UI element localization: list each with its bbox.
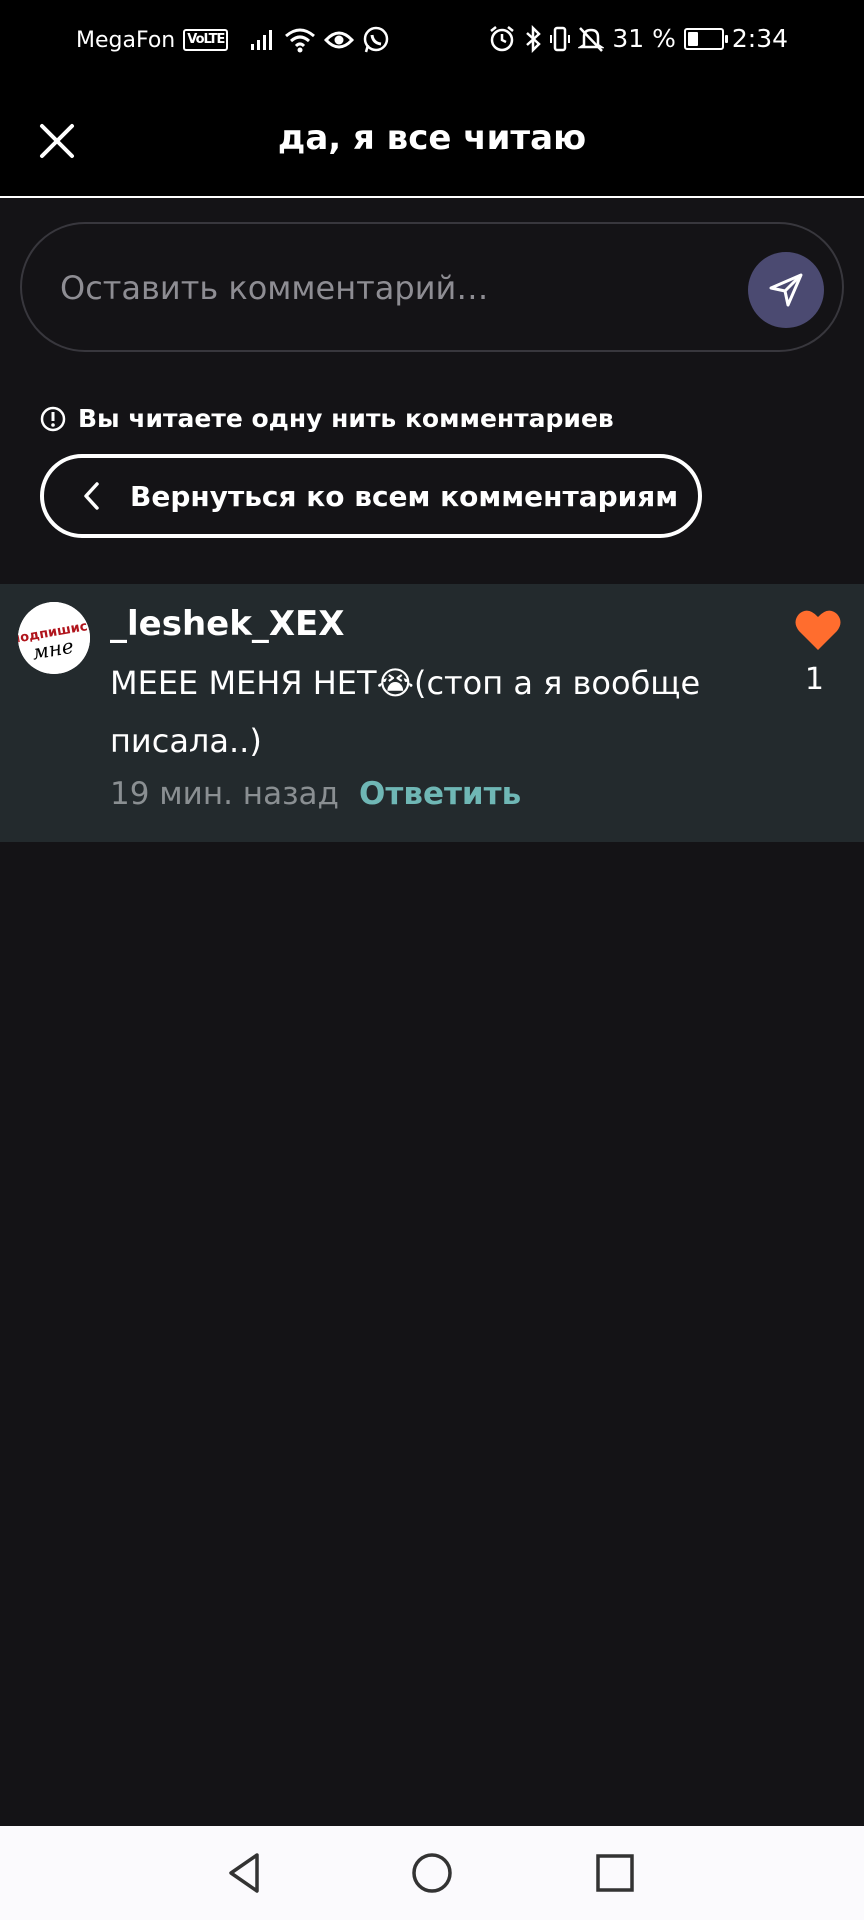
- home-circle-icon: [412, 1853, 452, 1893]
- status-right: 31 % 2:34: [488, 24, 788, 53]
- heart-icon: [795, 610, 841, 650]
- eye-icon: [324, 31, 355, 49]
- thread-notice: Вы читаете одну нить комментариев: [40, 404, 614, 433]
- nav-home-button[interactable]: [405, 1846, 459, 1900]
- battery-fill: [687, 31, 698, 46]
- battery-percent: 31 %: [612, 24, 676, 53]
- battery-icon: [683, 27, 728, 50]
- like-count: 1: [804, 662, 824, 697]
- comment-input-container: [20, 222, 844, 352]
- comment-time: 19 мин. назад: [110, 776, 339, 812]
- volte-badge: VoLTE: [183, 29, 229, 51]
- comment-item: подпишись мне _leshek_XEX МЕЕЕ МЕНЯ НЕТ😭…: [0, 584, 864, 842]
- signal-icon: [251, 30, 273, 50]
- status-bar: MegaFon VoLTE 31 % 2:34: [0, 0, 864, 84]
- vibrate-icon: [550, 26, 571, 51]
- navigation-bar: [0, 1826, 864, 1920]
- nav-back-button[interactable]: [218, 1846, 272, 1900]
- comment-meta: 19 мин. назад Ответить: [110, 776, 521, 812]
- like-button[interactable]: [794, 608, 842, 652]
- status-left: MegaFon VoLTE: [76, 26, 390, 54]
- nav-recents-button[interactable]: [588, 1846, 642, 1900]
- send-button[interactable]: [748, 252, 824, 328]
- comment-text: МЕЕЕ МЕНЯ НЕТ😭(стоп а я вообще писала..): [110, 664, 701, 760]
- status-icons-left: [250, 26, 390, 54]
- avatar[interactable]: подпишись мне: [18, 602, 90, 674]
- chevron-left-icon: [82, 481, 102, 511]
- reply-button[interactable]: Ответить: [359, 776, 521, 812]
- comment-input[interactable]: [58, 254, 742, 322]
- mute-icon: [578, 26, 605, 52]
- page-title: да, я все читаю: [277, 118, 587, 158]
- bluetooth-icon: [526, 24, 542, 53]
- alarm-icon: [490, 25, 515, 51]
- header: да, я все читаю: [0, 84, 864, 198]
- status-time: 2:34: [731, 24, 788, 53]
- back-button-label: Вернуться ко всем комментариям: [130, 479, 679, 513]
- whatsapp-icon: [364, 26, 389, 53]
- wifi-icon: [285, 28, 316, 53]
- recents-square-icon: [596, 1854, 634, 1892]
- carrier-name: MegaFon: [76, 27, 176, 53]
- thread-notice-text: Вы читаете одну нить комментариев: [78, 404, 614, 433]
- comment-username[interactable]: _leshek_XEX: [110, 604, 344, 644]
- info-icon: [40, 406, 66, 431]
- back-triangle-icon: [229, 1853, 259, 1893]
- back-to-all-comments-button[interactable]: Вернуться ко всем комментариям: [40, 454, 702, 538]
- send-icon: [769, 273, 803, 307]
